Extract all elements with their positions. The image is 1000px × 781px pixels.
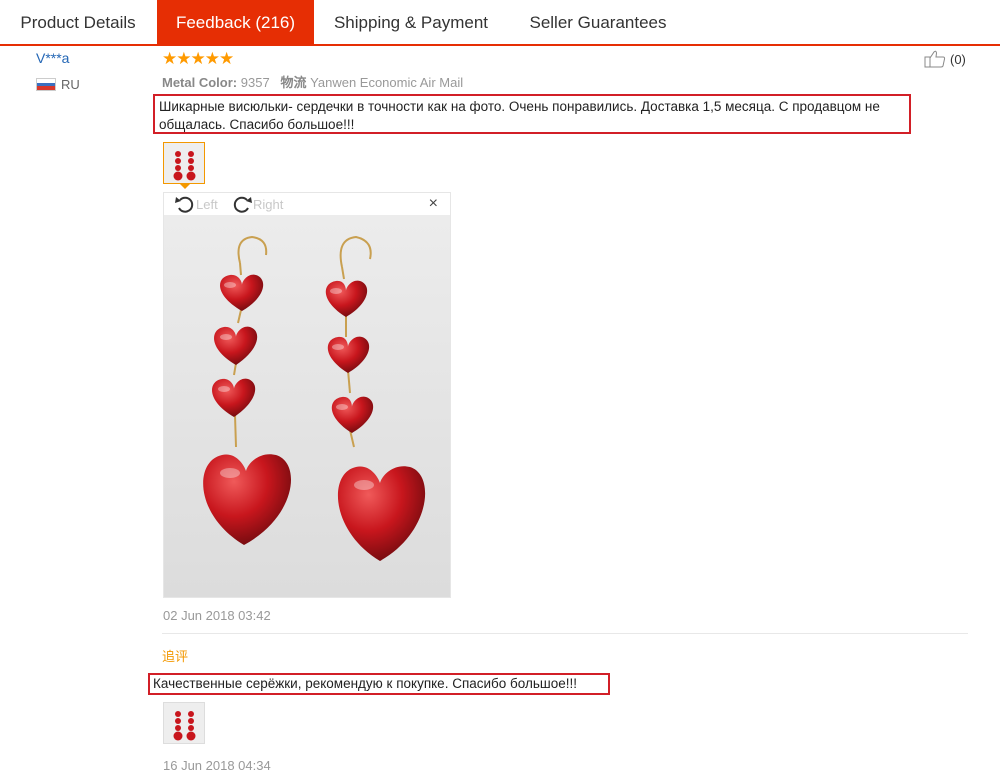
rotate-left-label: Left (196, 196, 218, 212)
review-photo (164, 215, 450, 597)
rotate-left-button[interactable]: Left (174, 194, 218, 214)
divider (162, 633, 968, 634)
logistics-label: 物流 (280, 75, 307, 90)
tab-product-details[interactable]: Product Details (0, 0, 156, 44)
tab-shipping-payment[interactable]: Shipping & Payment (314, 0, 508, 44)
tab-bar: Product Details Feedback (216) Shipping … (0, 0, 1000, 46)
rotate-right-button[interactable]: Right (231, 194, 283, 214)
thumbs-up-icon (924, 50, 946, 68)
thumbnail-pointer (179, 183, 191, 189)
additional-feedback-label: 追评 (162, 649, 189, 664)
close-viewer-button[interactable]: × (429, 195, 438, 213)
helpful-button[interactable]: (0) (924, 50, 966, 68)
tab-seller-guarantees[interactable]: Seller Guarantees (508, 0, 688, 44)
logistics-value: Yanwen Economic Air Mail (310, 75, 464, 90)
review-text: Шикарные висюльки- сердечки в точности к… (153, 94, 911, 134)
star-rating: ★★★★★ (162, 49, 234, 68)
russia-flag-icon (36, 78, 56, 91)
photo-viewer: Left Right × (163, 192, 451, 598)
review-date: 02 Jun 2018 03:42 (163, 608, 271, 623)
metal-color-label: Metal Color: (162, 75, 238, 90)
additional-feedback-text: Качественные серёжки, рекомендую к покуп… (148, 673, 610, 695)
additional-photo-thumbnail[interactable] (163, 702, 205, 744)
reviewer-name[interactable]: V***a (36, 50, 69, 66)
rotate-left-icon (175, 196, 194, 213)
rotate-right-label: Right (253, 196, 284, 212)
review-photo-thumbnail[interactable] (163, 142, 205, 184)
reviewer-country: RU (61, 77, 80, 92)
metal-color-value: 9357 (240, 75, 270, 90)
additional-feedback-date: 16 Jun 2018 04:34 (163, 758, 271, 773)
viewer-toolbar: Left Right × (164, 193, 450, 215)
helpful-count: (0) (950, 51, 966, 67)
order-info: Metal Color: 9357 物流 Yanwen Economic Air… (162, 72, 463, 91)
rotate-right-icon (233, 196, 252, 213)
tab-feedback[interactable]: Feedback (216) (157, 0, 314, 44)
